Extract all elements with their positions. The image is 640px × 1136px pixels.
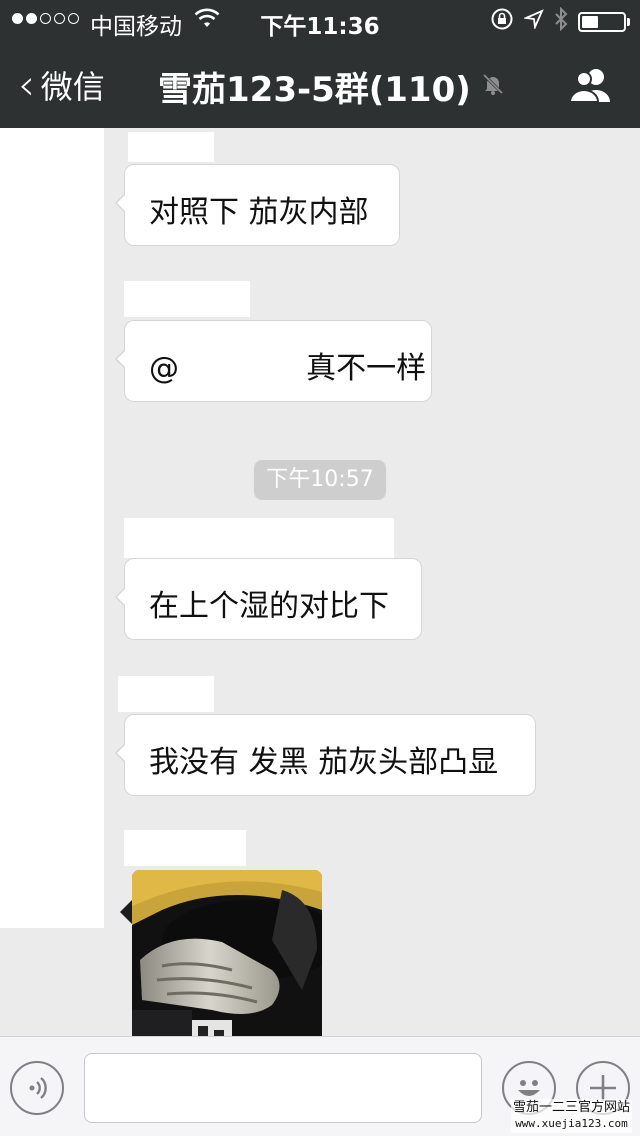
- mention-text: @: [149, 351, 179, 386]
- voice-button[interactable]: [10, 1061, 64, 1115]
- watermark-name: 雪茄一二三官方网站: [512, 1100, 630, 1115]
- bell-off-icon: [481, 72, 505, 102]
- cigar-ash-photo: [132, 870, 322, 1036]
- message-bubble[interactable]: 对照下 茄灰内部: [115, 164, 400, 246]
- location-icon: [522, 9, 544, 35]
- redacted-sender-name: [124, 281, 250, 317]
- rotation-lock-icon: [490, 7, 514, 37]
- nav-bar: ‹ 微信 雪茄123-5群(110): [0, 40, 640, 128]
- back-label: 微信: [40, 68, 105, 106]
- message-input[interactable]: [84, 1053, 482, 1123]
- message-text: 对照下 茄灰内部: [149, 195, 369, 230]
- redacted-sender-name: [118, 676, 214, 712]
- back-button[interactable]: ‹ 微信: [18, 62, 105, 108]
- battery-level: [582, 16, 598, 28]
- redacted-sender-name: [128, 132, 214, 162]
- group-members-icon: [568, 69, 610, 103]
- bluetooth-icon: [554, 6, 568, 37]
- top-bar: 中国移动 下午11:36 ‹ 微信 雪茄123-5群(110): [0, 0, 640, 128]
- wechat-chat-screen: 中国移动 下午11:36 ‹ 微信 雪茄123-5群(110) 对照下 茄灰内部…: [0, 0, 640, 1136]
- watermark: 雪茄一二三官方网站 www.xuejia123.com: [510, 1099, 632, 1133]
- redacted-avatar-column: [0, 128, 104, 928]
- input-bar: 雪茄一二三官方网站 www.xuejia123.com: [0, 1036, 640, 1136]
- voice-icon: [29, 1077, 47, 1099]
- group-members-button[interactable]: [568, 66, 614, 108]
- message-text: 真不一样: [306, 351, 427, 386]
- message-text: 我没有 发黑 茄灰头部凸显: [149, 745, 499, 780]
- redacted-sender-name: [124, 830, 246, 866]
- message-bubble[interactable]: @ 真不一样: [115, 320, 432, 402]
- redacted-sender-name: [124, 518, 394, 558]
- image-message[interactable]: [132, 870, 322, 1036]
- chat-title: 雪茄123-5群(110): [158, 70, 471, 110]
- chat-message-list[interactable]: 对照下 茄灰内部 @ 真不一样 下午10:57 在上个湿的对比下 我没有 发黑 …: [0, 128, 640, 1036]
- battery-icon: [578, 12, 630, 32]
- message-text: 在上个湿的对比下: [149, 589, 389, 624]
- message-bubble[interactable]: 在上个湿的对比下: [115, 558, 422, 640]
- status-bar: 中国移动 下午11:36: [0, 0, 640, 40]
- chat-title-container: 雪茄123-5群(110): [158, 62, 505, 111]
- message-bubble[interactable]: 我没有 发黑 茄灰头部凸显: [115, 714, 536, 796]
- time-divider: 下午10:57: [254, 460, 386, 500]
- watermark-url: www.xuejia123.com: [515, 1117, 628, 1130]
- chevron-left-icon: ‹: [18, 60, 35, 109]
